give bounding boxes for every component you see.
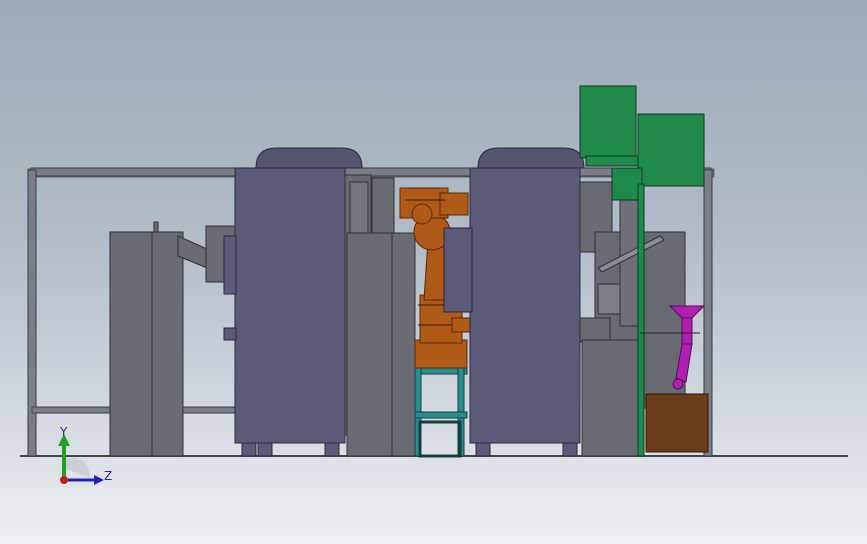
- cad-viewport[interactable]: Y Z: [0, 0, 867, 544]
- y-axis-label: Y: [59, 425, 68, 439]
- robot-base-stand: [414, 367, 468, 458]
- triad-origin: [60, 476, 68, 484]
- z-axis-label: Z: [104, 469, 112, 483]
- left-feeder-machine: [109, 221, 237, 457]
- left-cabinet: [223, 147, 363, 457]
- assembly-drawing: Y Z: [20, 85, 848, 485]
- collection-bin: [645, 393, 709, 453]
